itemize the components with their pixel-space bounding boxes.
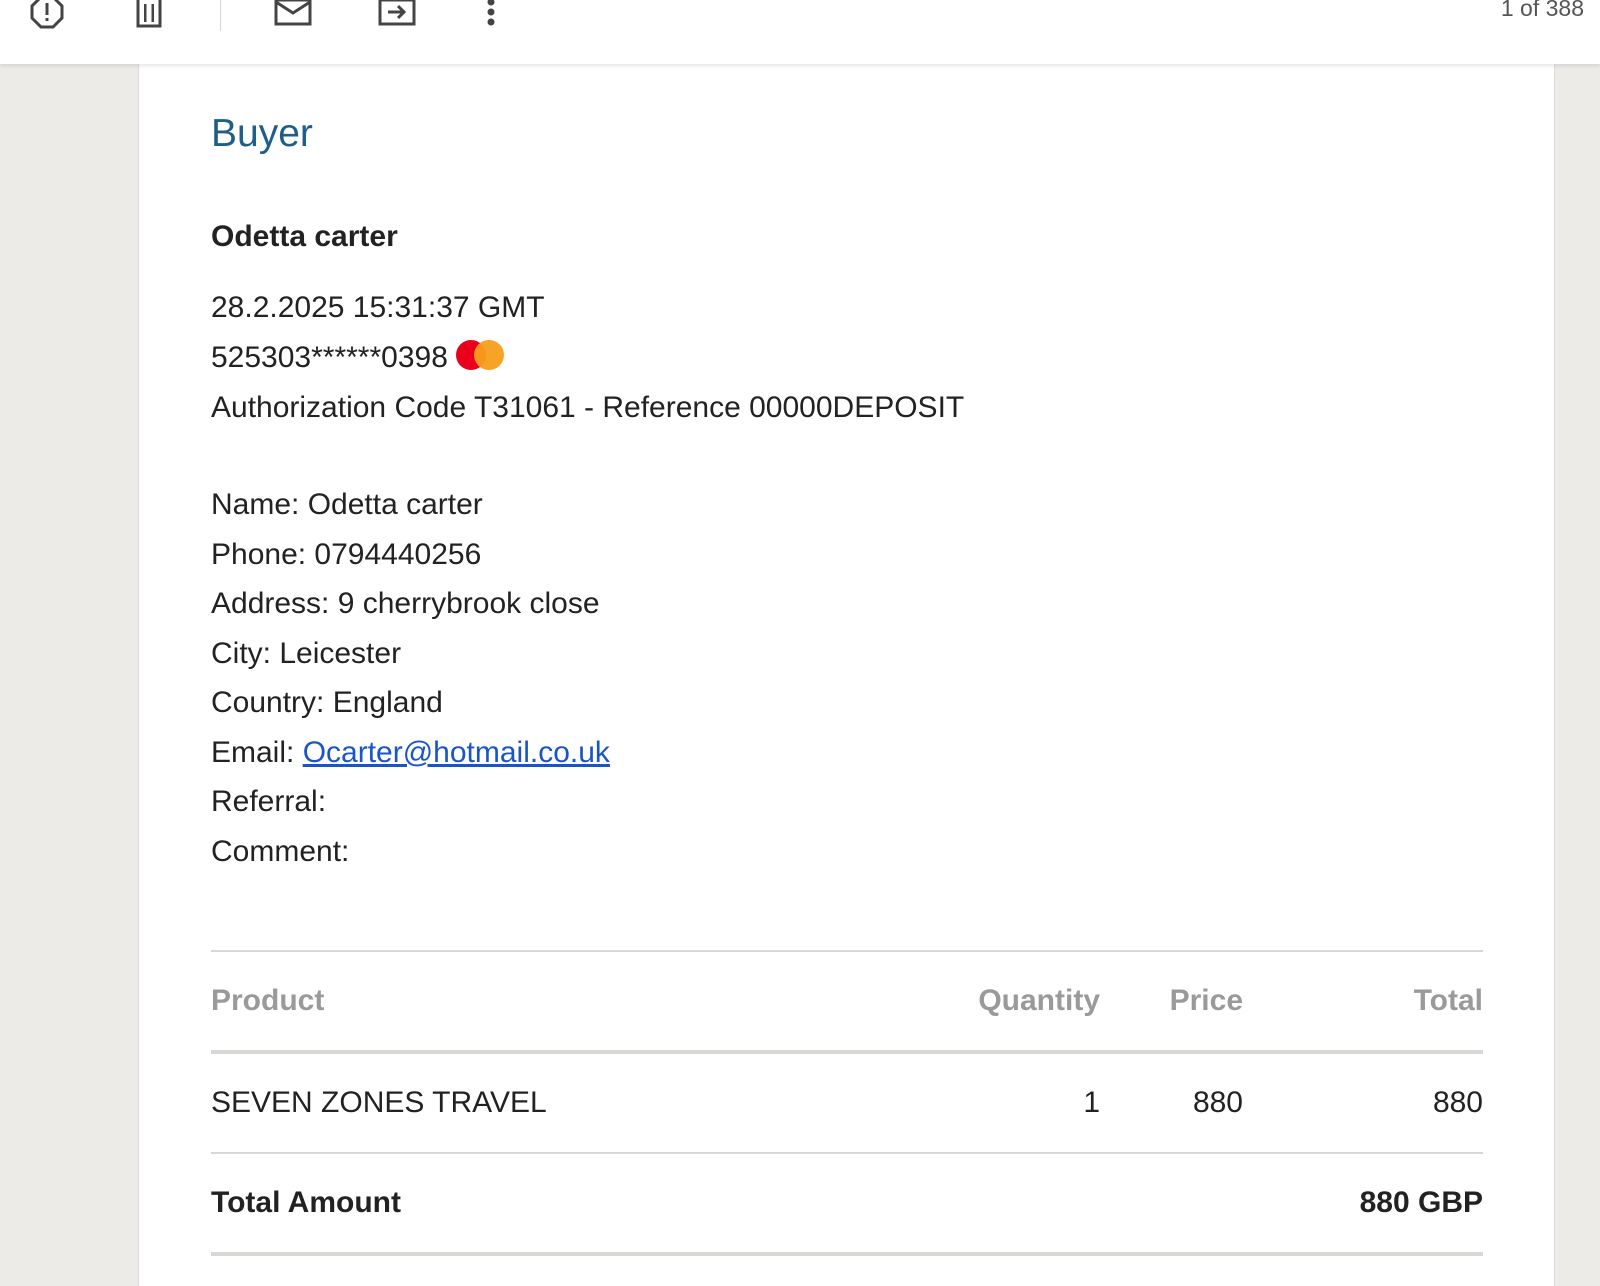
cell-total: 880 (1243, 1052, 1483, 1154)
detail-email: Email: Ocarter@hotmail.co.uk (211, 735, 610, 771)
cell-product: SEVEN ZONES TRAVEL (211, 1052, 971, 1154)
order-table: Product Quantity Price Total SEVEN ZONES… (211, 950, 1483, 1256)
header-price: Price (1100, 950, 1243, 1054)
authorization-line: Authorization Code T31061 - Reference 00… (211, 391, 965, 424)
total-value: 880 GBP (1243, 1153, 1483, 1256)
move-to-icon[interactable] (377, 0, 417, 32)
detail-comment: Comment: (211, 835, 350, 868)
report-spam-icon[interactable] (27, 0, 67, 32)
buyer-name: Odetta carter (211, 220, 398, 253)
transaction-datetime: 28.2.2025 15:31:37 GMT (211, 291, 545, 324)
detail-name: Name: Odetta carter (211, 488, 483, 521)
more-options-icon[interactable] (471, 0, 511, 32)
cell-price: 880 (1100, 1052, 1243, 1154)
table-row: SEVEN ZONES TRAVEL 1 880 880 (211, 1052, 1483, 1154)
card-line: 525303******0398 (211, 340, 504, 376)
delete-icon[interactable] (129, 0, 169, 32)
detail-referral: Referral: (211, 785, 327, 818)
header-product: Product (211, 950, 971, 1054)
detail-country: Country: England (211, 686, 443, 719)
cell-quantity: 1 (971, 1052, 1100, 1154)
header-total: Total (1243, 950, 1483, 1054)
detail-city: City: Leicester (211, 637, 402, 670)
mark-unread-icon[interactable] (273, 0, 313, 32)
mastercard-icon (455, 340, 504, 370)
detail-address: Address: 9 cherrybrook close (211, 587, 600, 620)
email-link[interactable]: Ocarter@hotmail.co.uk (303, 736, 610, 769)
total-label: Total Amount (211, 1153, 971, 1256)
total-row: Total Amount 880 GBP (211, 1153, 1483, 1256)
card-number: 525303******0398 (211, 341, 448, 374)
email-label: Email: (211, 736, 295, 769)
detail-phone: Phone: 0794440256 (211, 538, 482, 571)
email-body: Buyer Odetta carter 28.2.2025 15:31:37 G… (138, 64, 1555, 1286)
table-header-row: Product Quantity Price Total (211, 950, 1483, 1054)
section-title: Buyer (211, 112, 313, 155)
email-toolbar: 1 of 388 (0, 0, 1600, 64)
pagination-count: 1 of 388 (1500, 0, 1584, 21)
header-quantity: Quantity (971, 950, 1100, 1054)
toolbar-divider (220, 0, 221, 31)
